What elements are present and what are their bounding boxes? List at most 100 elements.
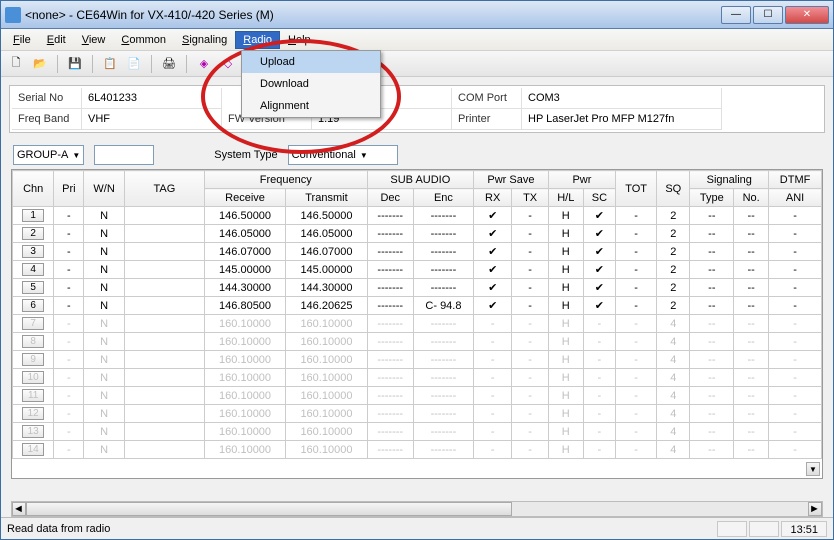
cell[interactable]: 146.07000 [286, 243, 367, 261]
col-pri[interactable]: Pri [54, 171, 84, 207]
cell[interactable]: - [769, 405, 822, 423]
cell[interactable]: -- [734, 423, 769, 441]
cell[interactable]: ✔ [474, 207, 512, 225]
cell[interactable]: -- [690, 243, 734, 261]
cell[interactable]: N [84, 387, 125, 405]
cell[interactable]: ------- [367, 207, 413, 225]
scroll-left-icon[interactable]: ◄ [12, 502, 26, 516]
cell[interactable]: - [769, 423, 822, 441]
paste-icon[interactable]: 📄 [125, 55, 143, 73]
cell[interactable] [124, 261, 204, 279]
cell[interactable]: -- [690, 387, 734, 405]
upload-icon[interactable]: ◇ [219, 55, 237, 73]
cell[interactable]: ------- [367, 261, 413, 279]
cell[interactable]: H [548, 405, 583, 423]
cell[interactable]: H [548, 315, 583, 333]
cell[interactable]: - [616, 243, 657, 261]
col-enc[interactable]: Enc [413, 189, 473, 207]
cell[interactable] [124, 243, 204, 261]
cell[interactable]: -- [734, 297, 769, 315]
cell[interactable]: - [512, 333, 548, 351]
cell[interactable]: - [474, 351, 512, 369]
cell[interactable]: N [84, 315, 125, 333]
cell[interactable]: - [769, 315, 822, 333]
cell[interactable]: -- [734, 207, 769, 225]
cell[interactable]: 145.00000 [286, 261, 367, 279]
cell[interactable]: - [54, 441, 84, 459]
cell[interactable]: - [583, 423, 615, 441]
cell[interactable]: -- [690, 351, 734, 369]
cell[interactable]: - [616, 351, 657, 369]
cell[interactable]: ------- [367, 225, 413, 243]
col-wn[interactable]: W/N [84, 171, 125, 207]
cell[interactable]: - [512, 279, 548, 297]
cell[interactable]: -- [734, 387, 769, 405]
cell[interactable]: - [616, 225, 657, 243]
cell[interactable]: - [54, 315, 84, 333]
cell[interactable]: H [548, 207, 583, 225]
cell[interactable]: 2 [657, 225, 690, 243]
cell[interactable]: -- [734, 405, 769, 423]
cell[interactable]: ✔ [474, 225, 512, 243]
cell[interactable]: N [84, 261, 125, 279]
cell[interactable]: 4 [657, 387, 690, 405]
cell[interactable]: 144.30000 [204, 279, 285, 297]
cell[interactable]: ------- [367, 423, 413, 441]
cell[interactable]: 160.10000 [286, 351, 367, 369]
menu-radio[interactable]: Radio [235, 31, 280, 49]
cell[interactable]: -- [734, 369, 769, 387]
cell[interactable]: - [54, 333, 84, 351]
cell[interactable]: 4 [657, 315, 690, 333]
cell[interactable]: - [583, 405, 615, 423]
cell[interactable]: - [769, 261, 822, 279]
table-row[interactable]: 11-N160.10000160.10000----------------H-… [13, 387, 822, 405]
cell[interactable]: ------- [413, 243, 473, 261]
cell[interactable]: - [54, 207, 84, 225]
cell[interactable]: - [54, 297, 84, 315]
cell[interactable]: 2 [657, 207, 690, 225]
cell[interactable]: 160.10000 [204, 333, 285, 351]
col-sq[interactable]: SQ [657, 171, 690, 207]
cell[interactable]: 2 [657, 297, 690, 315]
cell[interactable]: - [769, 225, 822, 243]
cell[interactable] [124, 225, 204, 243]
cell[interactable]: N [84, 351, 125, 369]
cell[interactable]: - [512, 243, 548, 261]
cell[interactable]: ------- [413, 315, 473, 333]
cell[interactable]: 4 [657, 333, 690, 351]
cell[interactable]: - [474, 441, 512, 459]
cell[interactable]: N [84, 333, 125, 351]
cell[interactable]: ✔ [474, 297, 512, 315]
cell[interactable]: 4 [13, 261, 54, 279]
cell[interactable]: 160.10000 [286, 333, 367, 351]
cell[interactable]: - [769, 441, 822, 459]
menuitem-alignment[interactable]: Alignment [242, 95, 380, 117]
cell[interactable]: - [54, 279, 84, 297]
cell[interactable]: - [583, 333, 615, 351]
cell[interactable]: 145.00000 [204, 261, 285, 279]
group-combo[interactable]: GROUP-A▼ [13, 145, 84, 165]
cell[interactable]: ------- [413, 279, 473, 297]
cell[interactable]: 146.50000 [286, 207, 367, 225]
table-row[interactable]: 2-N146.05000146.05000--------------✔-H✔-… [13, 225, 822, 243]
cell[interactable]: N [84, 207, 125, 225]
cell[interactable]: 3 [13, 243, 54, 261]
cell[interactable]: - [474, 405, 512, 423]
cell[interactable]: - [54, 369, 84, 387]
cell[interactable]: 4 [657, 423, 690, 441]
cell[interactable]: - [583, 387, 615, 405]
cell[interactable]: - [616, 315, 657, 333]
cell[interactable]: C- 94.8 [413, 297, 473, 315]
cell[interactable]: - [583, 369, 615, 387]
cell[interactable]: - [54, 387, 84, 405]
col-type[interactable]: Type [690, 189, 734, 207]
cell[interactable]: 5 [13, 279, 54, 297]
cell[interactable]: -- [734, 225, 769, 243]
cell[interactable]: - [616, 441, 657, 459]
cell[interactable]: - [769, 369, 822, 387]
menu-edit[interactable]: Edit [39, 31, 74, 49]
group-text[interactable] [94, 145, 154, 165]
cell[interactable]: - [512, 297, 548, 315]
cell[interactable]: 2 [657, 243, 690, 261]
cell[interactable] [124, 315, 204, 333]
